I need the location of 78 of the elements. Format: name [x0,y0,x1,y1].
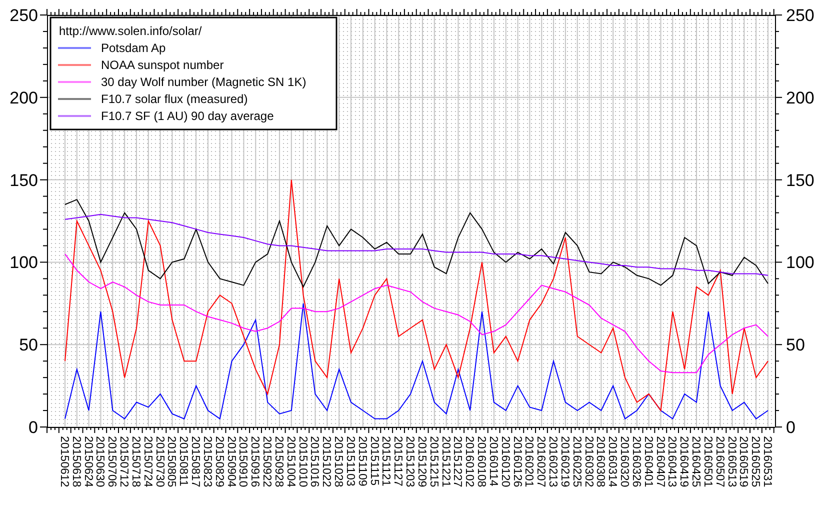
x-tick-label: 20151209 [415,436,428,488]
y-tick-label: 150 [786,170,814,190]
x-tick-label: 20150823 [200,436,213,488]
x-tick-label: 20151215 [427,436,440,488]
x-tick-label: 20160525 [749,436,762,488]
x-tick-label: 20160201 [522,436,535,488]
x-tick-label: 20150916 [248,436,261,488]
x-tick-label: 20151109 [356,436,368,486]
y-tick-label: 100 [786,253,814,272]
x-tick-label: 20160326 [630,436,642,488]
x-tick-label: 20160108 [475,436,488,488]
x-tick-label: 20151004 [284,436,296,488]
source-url: http://www.solen.info/solar/ [59,24,202,38]
y-tick-label: 100 [10,253,38,272]
x-tick-label: 20160513 [725,436,738,488]
x-tick-label: 20150829 [212,436,225,488]
x-tick-label: 20150712 [118,436,130,488]
x-tick-label: 20160225 [570,436,582,488]
x-tick-label: 20160320 [618,436,630,488]
y-tick-label: 50 [786,336,805,355]
y-tick-label: 150 [10,170,38,190]
x-tick-label: 20151115 [368,436,380,486]
x-tick-label: 20150618 [70,436,82,488]
legend-label: NOAA sunspot number [101,58,224,72]
x-tick-label: 20150811 [177,436,190,486]
x-tick-label: 20151010 [296,436,308,488]
x-tick-label: 20150624 [82,436,94,488]
x-tick-label: 20151121 [380,436,392,486]
x-tick-label: 20160425 [690,436,702,488]
x-tick-label: 20150817 [189,436,202,488]
x-tick-label: 20160419 [678,436,690,488]
x-tick-label: 20160120 [498,436,511,488]
x-tick-label: 20160407 [654,436,666,488]
x-tick-label: 20151127 [392,436,404,486]
x-tick-label: 20160207 [534,436,547,488]
legend-label: F10.7 SF (1 AU) 90 day average [101,109,274,123]
y-tick-label: 0 [28,418,38,437]
x-tick-label: 20150730 [153,436,166,488]
y-tick-label: 200 [10,88,38,108]
x-tick-label: 20151022 [320,436,332,488]
x-tick-label: 20160308 [594,436,606,488]
x-tick-label: 20160219 [558,436,570,488]
y-tick-label: 250 [786,6,814,25]
legend-label: Potsdam Ap [101,41,166,55]
x-tick-label: 20151016 [308,436,320,488]
x-tick-label: 20151227 [451,436,464,488]
x-tick-label: 20150724 [141,436,154,488]
x-tick-label: 20160114 [486,436,499,486]
y-tick-label: 50 [19,336,38,355]
x-tick-label: 20150904 [224,436,237,488]
y-tick-label: 250 [10,6,38,25]
x-tick-label: 20151103 [344,436,356,486]
x-tick-label: 20151028 [332,436,344,488]
x-tick-label: 20150612 [58,436,70,488]
x-tick-label: 20160413 [666,436,678,488]
y-tick-label: 0 [786,418,796,437]
x-tick-label: 20160126 [510,436,523,488]
x-tick-label: 20160213 [546,436,559,488]
x-tick-label: 20150805 [165,436,178,488]
x-tick-label: 20150630 [94,436,106,488]
x-tick-label: 20151221 [439,436,452,488]
x-tick-label: 20160314 [606,436,618,488]
legend-label: 30 day Wolf number (Magnetic SN 1K) [101,75,306,89]
x-tick-label: 20150928 [272,436,284,488]
x-tick-label: 20160531 [761,436,773,488]
x-tick-label: 20160519 [737,436,750,488]
x-tick-label: 20160501 [701,436,714,488]
x-tick-label: 20160507 [713,436,726,488]
x-tick-label: 20150718 [130,436,142,488]
x-tick-label: 20160302 [582,436,594,488]
x-tick-label: 20150922 [260,436,273,488]
x-tick-label: 20151203 [404,436,416,488]
legend-label: F10.7 solar flux (measured) [101,92,248,106]
x-tick-label: 20160401 [642,436,654,488]
y-tick-label: 200 [786,88,814,108]
x-tick-label: 20150706 [106,436,118,488]
x-tick-label: 20160102 [463,436,476,488]
x-tick-label: 20150910 [236,436,249,488]
